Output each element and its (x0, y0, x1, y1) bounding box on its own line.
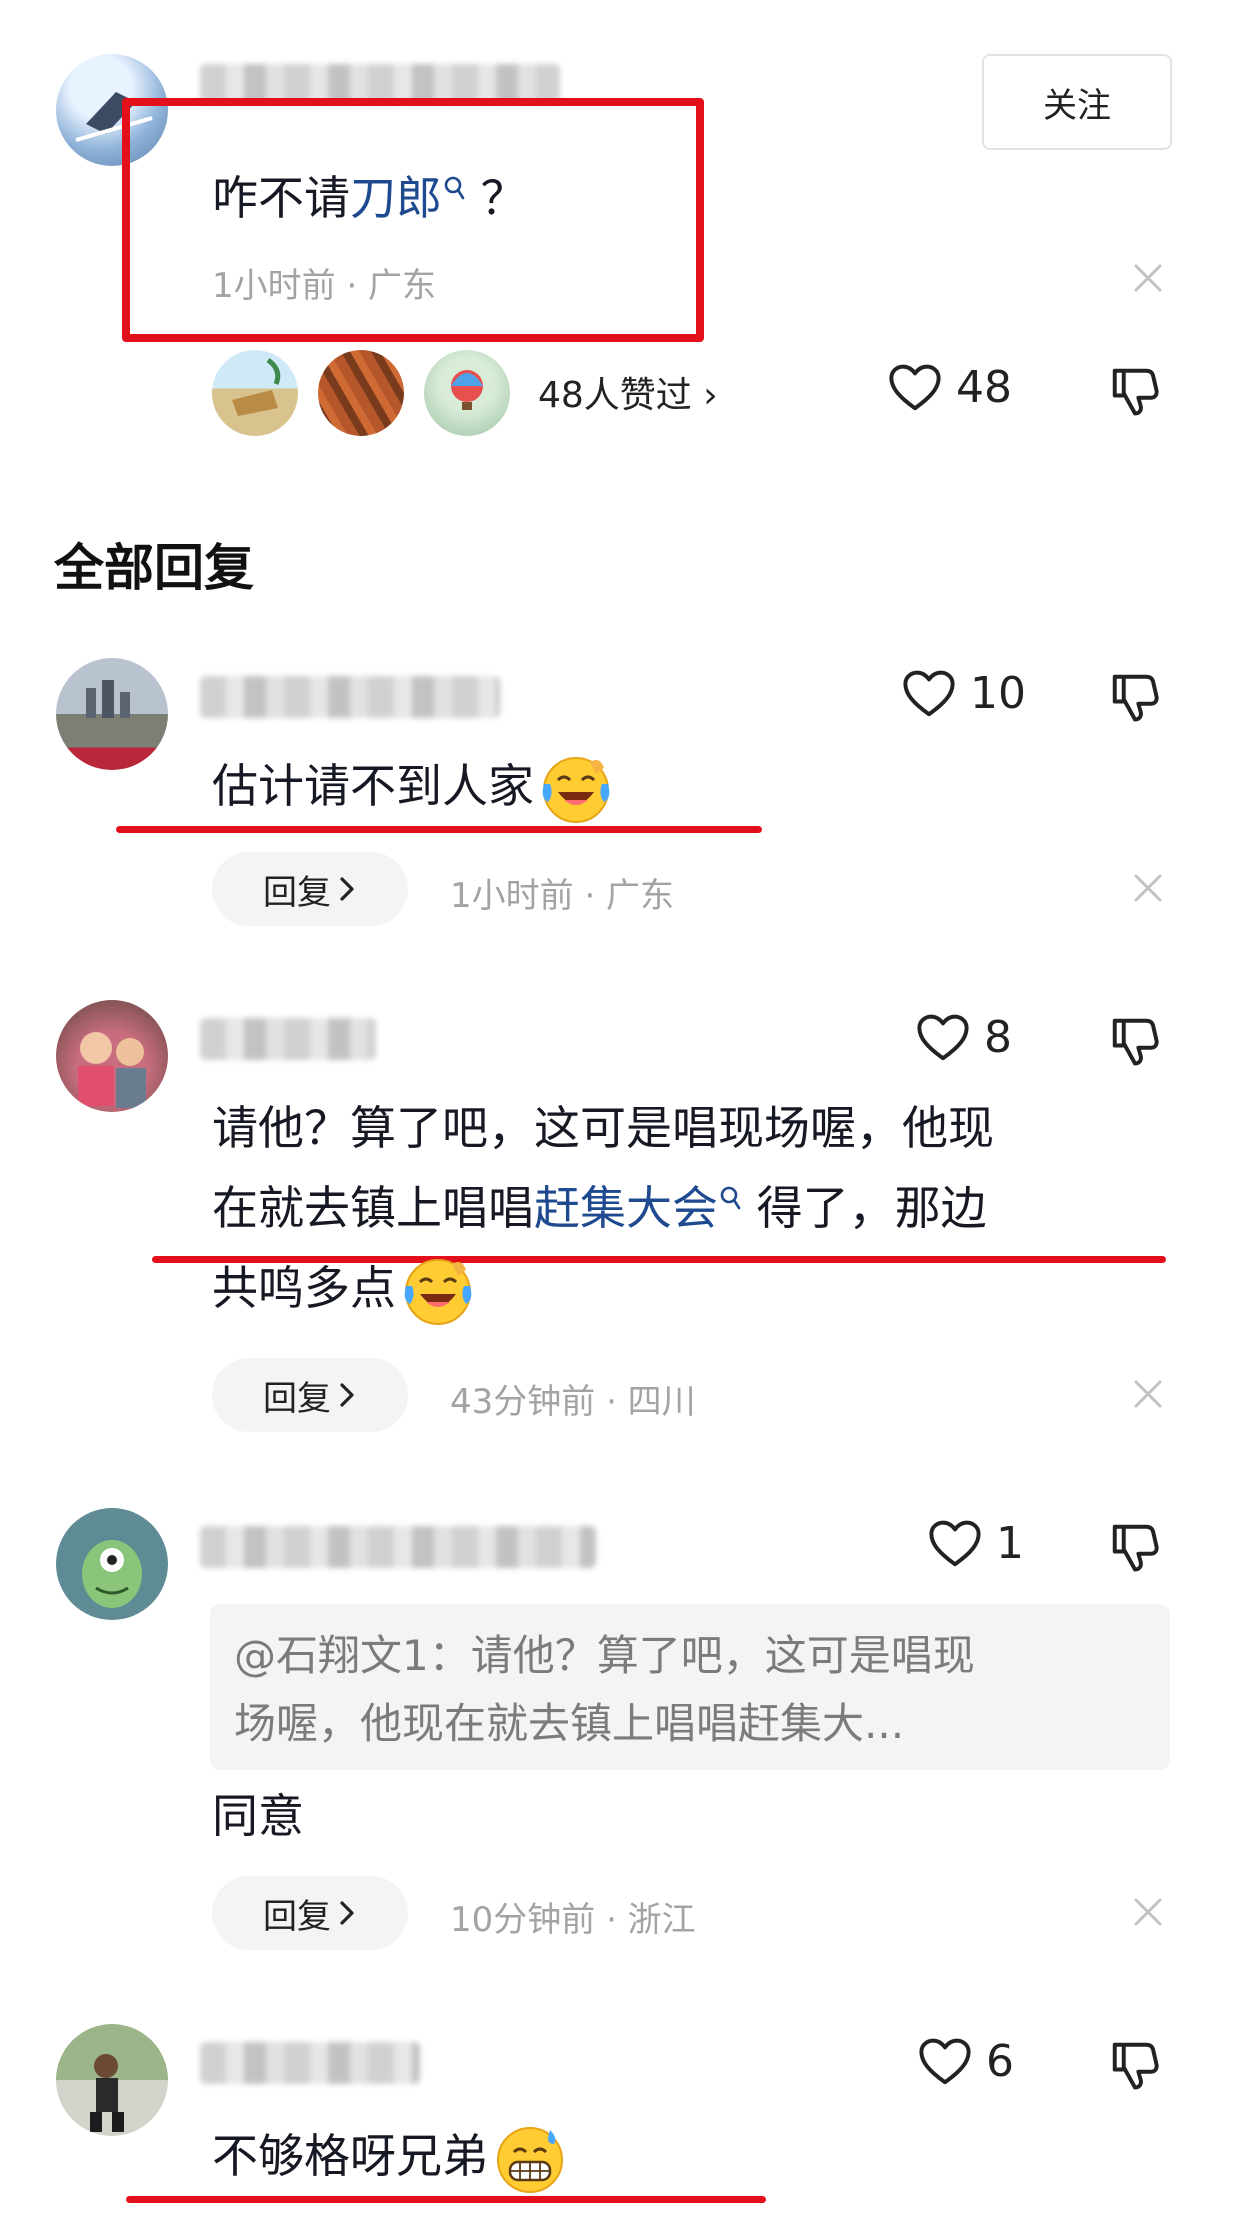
username[interactable] (200, 1018, 376, 1060)
reply-button[interactable]: 回复 (212, 1358, 408, 1432)
username[interactable] (200, 676, 500, 718)
reply-text: 不够格呀兄弟 (212, 2114, 566, 2198)
reply-text: 同意 (212, 1789, 304, 1843)
reply-meta: 43分钟前 · 四川 (450, 1382, 696, 1422)
section-title: 全部回复 (54, 539, 254, 597)
liked-by-link[interactable]: 48人赞过 › (538, 366, 718, 418)
thumb-down-icon[interactable] (1108, 1014, 1162, 1068)
quote-line: @石翔文1：请他？算了吧，这可是唱现 (234, 1631, 975, 1680)
reply-button[interactable]: 回复 (212, 852, 408, 926)
like-count: 48 (956, 362, 1012, 413)
heart-icon (902, 669, 956, 719)
avatar[interactable] (56, 658, 168, 770)
avatar[interactable] (318, 350, 404, 436)
reply-meta: 1小时前 · 广东 (450, 876, 675, 916)
thumb-down-icon[interactable] (1108, 2038, 1162, 2092)
avatar[interactable] (56, 1000, 168, 1112)
quote-line: 场喔，他现在就去镇上唱唱赶集大... (234, 1699, 905, 1748)
avatar[interactable] (56, 1508, 168, 1620)
like-count: 8 (984, 1012, 1012, 1063)
laughing-crying-emoji (402, 1256, 474, 1328)
reply-meta: 10分钟前 · 浙江 (450, 1900, 696, 1940)
reply-text-line: 请他？算了吧，这可是唱现场喔，他现 (212, 1101, 994, 1155)
follow-button[interactable]: 关注 (982, 54, 1172, 150)
like-count: 6 (986, 2036, 1014, 2087)
like-button[interactable]: 48 (888, 362, 1012, 413)
chevron-right-icon (337, 1380, 357, 1410)
like-button[interactable]: 6 (918, 2036, 1014, 2087)
heart-icon (928, 1519, 982, 1569)
close-icon[interactable] (1128, 258, 1168, 298)
close-icon[interactable] (1128, 1374, 1168, 1414)
heart-icon (916, 1013, 970, 1063)
search-link[interactable]: 赶集大会 (534, 1181, 742, 1235)
close-icon[interactable] (1128, 868, 1168, 908)
reply-text: 估计请不到人家 (212, 744, 612, 828)
like-button[interactable]: 10 (902, 668, 1026, 719)
close-icon[interactable] (1128, 1892, 1168, 1932)
like-button[interactable]: 8 (916, 1012, 1012, 1063)
thumb-down-icon[interactable] (1108, 364, 1162, 418)
reply-button[interactable]: 回复 (212, 1876, 408, 1950)
like-count: 10 (970, 668, 1026, 719)
laughing-crying-emoji (540, 754, 612, 826)
chevron-right-icon (337, 874, 357, 904)
avatar[interactable] (56, 2024, 168, 2136)
reply-text-line: 共鸣多点 (212, 1246, 474, 1330)
quoted-reply[interactable]: @石翔文1：请他？算了吧，这可是唱现 场喔，他现在就去镇上唱唱赶集大... (210, 1604, 1170, 1770)
username[interactable] (200, 2042, 420, 2084)
highlight-underline (126, 2196, 766, 2203)
thumb-down-icon[interactable] (1108, 1520, 1162, 1574)
heart-icon (888, 363, 942, 413)
avatar[interactable] (212, 350, 298, 436)
heart-icon (918, 2037, 972, 2087)
thumb-down-icon[interactable] (1108, 670, 1162, 724)
username[interactable] (200, 1526, 596, 1568)
chevron-right-icon (337, 1898, 357, 1928)
like-count: 1 (996, 1518, 1024, 1569)
like-button[interactable]: 1 (928, 1518, 1024, 1569)
reply-text-line: 在就去镇上唱唱赶集大会 得了，那边 (212, 1181, 987, 1235)
highlight-underline (116, 826, 762, 833)
grinning-sweat-emoji (494, 2124, 566, 2196)
avatar[interactable] (424, 350, 510, 436)
highlight-box (122, 98, 704, 342)
search-icon (718, 1184, 742, 1214)
